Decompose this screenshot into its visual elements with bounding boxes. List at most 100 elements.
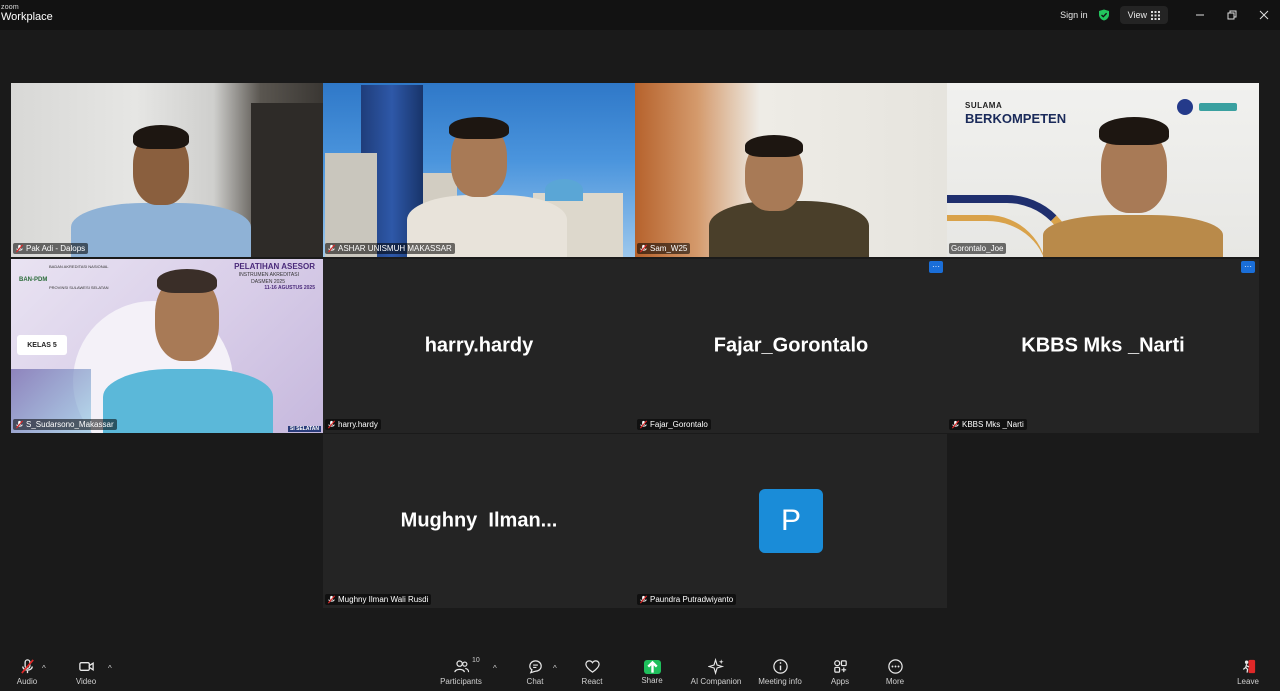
video-camera-icon [78, 662, 94, 671]
meeting-toolbar: Audio ^ Video ^ Participants 10 ^ Chat ^… [0, 654, 1280, 691]
react-label: React [581, 677, 603, 686]
sign-in-button[interactable]: Sign in [1060, 10, 1088, 20]
video-tile-s-sudarsono[interactable]: BAN-PDM BADAN AKREDITASI NASIONAL PROVIN… [11, 259, 323, 433]
audio-options-chevron-icon[interactable]: ^ [42, 664, 46, 673]
mic-muted-icon [951, 420, 960, 429]
participant-name: ASHAR UNISMUH MAKASSAR [338, 244, 452, 253]
participant-name: Gorontalo_Joe [951, 244, 1004, 253]
banner-date: 11-16 AGUSTUS 2025 [264, 285, 315, 291]
banner-title: PELATIHAN ASESOR [234, 262, 315, 271]
video-feed [323, 83, 635, 257]
video-feed: SULAMA BERKOMPETEN [947, 83, 1259, 257]
leave-button[interactable]: Leave [1221, 658, 1275, 690]
participant-name-tag: Mughny Ilman Wali Rusdi [325, 594, 432, 605]
chat-icon [528, 660, 542, 674]
zoom-meeting-window: zoom Workplace Sign in View Pak Adi - Da… [0, 0, 1280, 691]
mic-muted-icon [639, 420, 648, 429]
tile-more-options-button[interactable]: ··· [1241, 261, 1255, 273]
mic-muted-icon [15, 420, 24, 429]
name-tile-fajar-gorontalo[interactable]: ··· Fajar_Gorontalo Fajar_Gorontalo [635, 259, 947, 433]
institution-logo [1177, 99, 1193, 115]
participant-display-name: Mughny Ilman... [400, 509, 558, 532]
audio-button[interactable]: Audio [0, 658, 54, 690]
background-banner-line2: BERKOMPETEN [965, 111, 1067, 126]
participant-name: Pak Adi - Dalops [26, 244, 86, 253]
banner-org-full: BADAN AKREDITASI NASIONAL [49, 264, 109, 269]
participant-name: Mughny Ilman Wali Rusdi [338, 595, 429, 604]
kelas-badge: KELAS 5 [17, 335, 67, 355]
chat-button[interactable]: Chat [508, 658, 562, 690]
video-tile-sam[interactable]: Sam_W25 [635, 83, 947, 257]
participants-options-chevron-icon[interactable]: ^ [493, 664, 497, 673]
share-label: Share [641, 676, 663, 685]
info-icon [772, 659, 788, 674]
zoom-logo: zoom Workplace [1, 4, 53, 23]
restore-button[interactable] [1216, 0, 1248, 30]
participant-name: Paundra Putradwiyanto [650, 595, 734, 604]
minimize-icon [1196, 14, 1204, 16]
view-button[interactable]: View [1119, 6, 1168, 24]
video-tile-gorontalo-joe[interactable]: SULAMA BERKOMPETEN Gorontalo_Joe [947, 83, 1259, 257]
participant-name-tag: harry.hardy [325, 419, 381, 430]
participant-name-tag: KBBS Mks _Narti [949, 419, 1027, 430]
mic-muted-icon [639, 595, 648, 604]
more-dots-icon: ··· [1244, 262, 1252, 271]
mic-muted-icon [327, 595, 336, 604]
kelas-label: KELAS 5 [27, 341, 57, 349]
audio-label: Audio [16, 677, 38, 686]
video-tile-ashar[interactable]: ASHAR UNISMUH MAKASSAR [323, 83, 635, 257]
mic-muted-icon [327, 420, 336, 429]
apps-label: Apps [830, 677, 850, 686]
name-tile-mughny[interactable]: Mughny Ilman... Mughny Ilman Wali Rusdi [323, 434, 635, 608]
participants-icon [453, 660, 469, 673]
meeting-info-label: Meeting info [758, 677, 802, 686]
name-tile-harry-hardy[interactable]: harry.hardy harry.hardy [323, 259, 635, 433]
apps-button[interactable]: Apps [813, 658, 867, 690]
view-label: View [1127, 10, 1147, 20]
participant-name-tag: S_Sudarsono_Makassar [13, 419, 117, 430]
leave-icon [1242, 659, 1255, 674]
sparkle-icon [707, 658, 724, 675]
video-tile-pak-adi[interactable]: Pak Adi - Dalops [11, 83, 323, 257]
mic-muted-icon [639, 244, 648, 253]
participant-name: S_Sudarsono_Makassar [26, 420, 114, 429]
avatar-tile-paundra[interactable]: P Paundra Putradwiyanto [635, 434, 947, 608]
background-banner-line1: SULAMA [965, 101, 1003, 110]
name-tile-kbbs-narti[interactable]: ··· KBBS Mks _Narti KBBS Mks _Narti [947, 259, 1259, 433]
chat-label: Chat [526, 677, 544, 686]
avatar: P [759, 489, 823, 553]
video-options-chevron-icon[interactable]: ^ [108, 664, 112, 673]
heart-icon [584, 660, 600, 673]
participants-count: 10 [472, 657, 480, 664]
banner-org: BAN-PDM [19, 277, 48, 283]
minimize-button[interactable] [1184, 0, 1216, 30]
participant-name-tag: Gorontalo_Joe [949, 243, 1007, 254]
banner-subtitle-1: INSTRUMEN AKREDITASI [238, 272, 299, 278]
participant-name-tag: Pak Adi - Dalops [13, 243, 89, 254]
chat-options-chevron-icon[interactable]: ^ [553, 664, 557, 673]
more-button[interactable]: More [868, 658, 922, 690]
participant-name-tag: ASHAR UNISMUH MAKASSAR [325, 243, 455, 254]
restore-icon [1227, 10, 1237, 20]
participant-name: Sam_W25 [650, 244, 688, 253]
leave-label: Leave [1237, 677, 1259, 686]
logo-workplace: Workplace [1, 11, 53, 23]
ai-companion-button[interactable]: AI Companion [684, 658, 748, 690]
video-button[interactable]: Video [59, 658, 113, 690]
share-button[interactable]: Share [625, 658, 679, 690]
ai-companion-label: AI Companion [690, 677, 742, 686]
security-shield-icon[interactable] [1098, 9, 1110, 21]
video-label: Video [75, 677, 97, 686]
apps-icon [833, 660, 847, 673]
grid-icon [1151, 10, 1160, 20]
participants-label: Participants [440, 677, 482, 686]
video-feed [635, 83, 947, 257]
tile-more-options-button[interactable]: ··· [929, 261, 943, 273]
titlebar-controls: Sign in View [1060, 0, 1280, 30]
participant-display-name: harry.hardy [424, 334, 534, 357]
close-button[interactable] [1248, 0, 1280, 30]
participant-name: Fajar_Gorontalo [650, 420, 708, 429]
react-button[interactable]: React [565, 658, 619, 690]
meeting-info-button[interactable]: Meeting info [750, 658, 810, 690]
participant-name: harry.hardy [338, 420, 378, 429]
